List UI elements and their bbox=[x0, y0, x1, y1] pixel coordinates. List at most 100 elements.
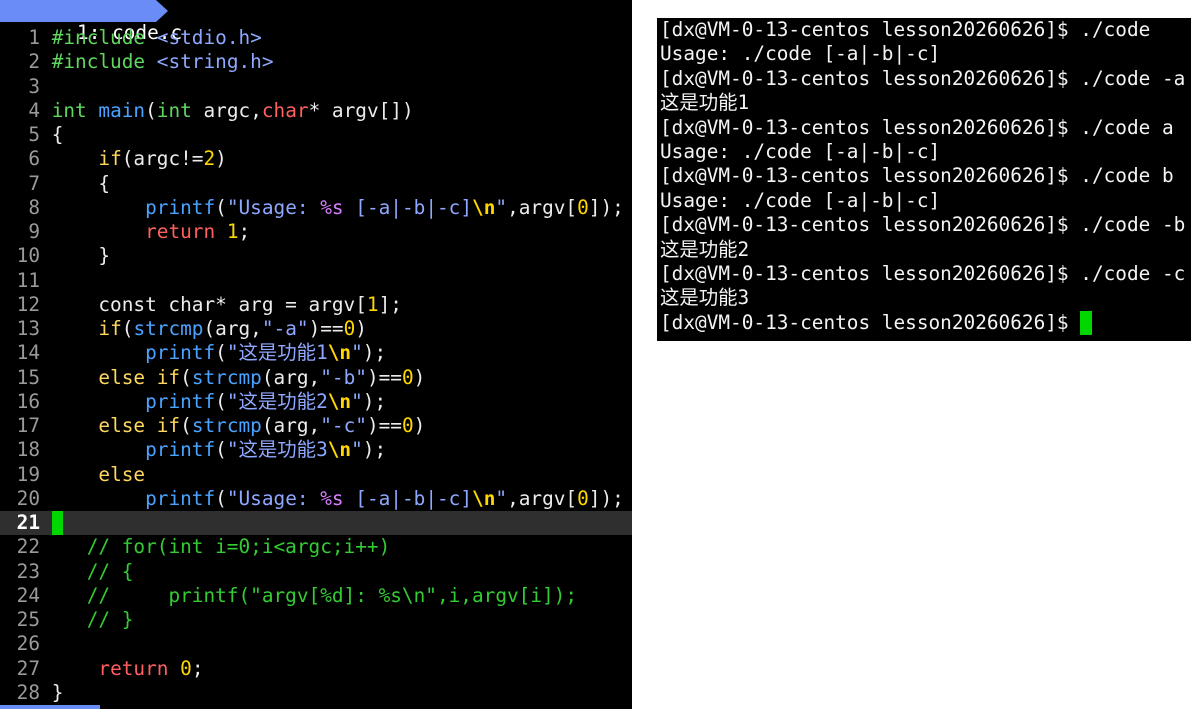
code-token: // printf("argv[%d]: %s\n",i,argv[i]); bbox=[86, 583, 578, 607]
code-line[interactable]: 17 else if(strcmp(arg,"-c")==0) bbox=[0, 414, 632, 438]
line-number: 2 bbox=[28, 50, 41, 74]
terminal-line: 这是功能1 bbox=[660, 91, 750, 115]
code-token: )== bbox=[308, 317, 344, 340]
line-number: 13 bbox=[16, 317, 41, 340]
line-number: 10 bbox=[16, 244, 41, 268]
line-number: 20 bbox=[16, 486, 41, 510]
vim-editor-panel: 1: code.c 1 #include <stdio.h> 2 #include <… bbox=[0, 0, 632, 709]
editor-cursor bbox=[51, 511, 64, 536]
line-number: 3 bbox=[28, 74, 41, 98]
code-token: (arg, bbox=[261, 414, 321, 437]
code-token: { bbox=[51, 123, 64, 146]
code-token: } bbox=[51, 680, 64, 704]
code-line[interactable]: 28} bbox=[0, 681, 632, 705]
code-token: ( bbox=[145, 98, 157, 122]
code-line[interactable]: 6 if(argc!=2) bbox=[0, 147, 632, 171]
code-token: ) bbox=[413, 414, 426, 437]
line-number: 14 bbox=[16, 341, 41, 365]
line-number: 1 bbox=[28, 26, 41, 49]
terminal-cursor bbox=[1080, 310, 1092, 336]
code-token: (argc!= bbox=[121, 147, 204, 171]
code-token: ; bbox=[191, 656, 204, 680]
line-number: 24 bbox=[16, 583, 41, 607]
code-token: // } bbox=[86, 608, 134, 631]
code-line[interactable]: 23 // { bbox=[0, 560, 632, 584]
code-token: "-b" bbox=[320, 365, 367, 389]
terminal-line: [dx@VM-0-13-centos lesson20260626]$ ./co… bbox=[660, 213, 1186, 237]
code-token: return bbox=[145, 220, 216, 243]
code-line[interactable]: 15 else if(strcmp(arg,"-b")==0) bbox=[0, 366, 632, 390]
tab-arrow-separator bbox=[156, 0, 168, 22]
code-token: int bbox=[51, 98, 87, 122]
line-number: 6 bbox=[28, 147, 41, 171]
line-number: 8 bbox=[28, 195, 41, 219]
code-token: ); bbox=[362, 438, 387, 462]
code-line[interactable]: 8 printf("Usage: %s [-a|-b|-c]\n",argv[0… bbox=[0, 196, 632, 220]
code-line[interactable]: 22 // for(int i=0;i<argc;i++) bbox=[0, 535, 632, 559]
code-token: ( bbox=[121, 317, 134, 340]
terminal-panel[interactable]: [dx@VM-0-13-centos lesson20260626]$ ./co… bbox=[657, 18, 1191, 341]
code-line[interactable]: 12 const char* arg = argv[1]; bbox=[0, 293, 632, 317]
code-line[interactable]: 4 int main(int argc,char* argv[]) bbox=[0, 99, 632, 123]
code-line[interactable]: 9 return 1; bbox=[0, 220, 632, 244]
tab-code-c[interactable]: 1: code.c bbox=[0, 0, 182, 44]
terminal-line: [dx@VM-0-13-centos lesson20260626]$ ./co… bbox=[660, 18, 1151, 41]
code-line[interactable]: 3 bbox=[0, 75, 632, 99]
code-token: #include bbox=[51, 50, 146, 74]
code-token: ( bbox=[180, 365, 192, 389]
code-token: ( bbox=[215, 486, 227, 510]
terminal-prompt-line[interactable]: [dx@VM-0-13-centos lesson20260626]$ bbox=[660, 310, 1191, 336]
line-number: 22 bbox=[16, 535, 41, 559]
terminal-line: [dx@VM-0-13-centos lesson20260626]$ ./co… bbox=[660, 66, 1186, 90]
code-token: else bbox=[98, 462, 146, 486]
code-area[interactable]: 1 #include <stdio.h> 2 #include <string.h> 3… bbox=[0, 26, 632, 705]
code-token: "-c" bbox=[320, 414, 367, 437]
code-token: ) bbox=[355, 317, 367, 340]
terminal-line: Usage: ./code [-a|-b|-c] bbox=[660, 188, 941, 212]
code-line[interactable]: 11 bbox=[0, 269, 632, 293]
code-token: 0 bbox=[343, 317, 356, 340]
line-number: 4 bbox=[28, 98, 41, 122]
code-line[interactable]: 18 printf("这是功能3\n"); bbox=[0, 438, 632, 462]
code-line[interactable]: 16 printf("这是功能2\n"); bbox=[0, 390, 632, 414]
code-line[interactable]: 27 return 0; bbox=[0, 657, 632, 681]
code-token: * argv[]) bbox=[308, 98, 414, 122]
terminal-line: [dx@VM-0-13-centos lesson20260626]$ ./co… bbox=[660, 261, 1186, 285]
code-line-current[interactable]: 21 bbox=[0, 511, 632, 536]
line-number: 11 bbox=[16, 268, 41, 292]
code-token: strcmp bbox=[191, 414, 262, 437]
code-line[interactable]: 26 bbox=[0, 632, 632, 656]
terminal-line: Usage: ./code [-a|-b|-c] bbox=[660, 42, 941, 66]
line-number: 12 bbox=[16, 292, 41, 316]
code-token: ,argv[ bbox=[507, 486, 578, 510]
line-number: 26 bbox=[16, 632, 41, 656]
code-token: ) bbox=[413, 365, 426, 389]
code-line[interactable]: 10 } bbox=[0, 244, 632, 268]
code-line[interactable]: 13 if(strcmp(arg,"-a")==0) bbox=[0, 317, 632, 341]
code-token: printf bbox=[145, 438, 216, 462]
code-token: printf bbox=[145, 486, 216, 510]
code-line[interactable]: 25 // } bbox=[0, 608, 632, 632]
line-number: 21 bbox=[16, 511, 41, 534]
code-line[interactable]: 7 { bbox=[0, 172, 632, 196]
code-line[interactable]: 24 // printf("argv[%d]: %s\n",i,argv[i])… bbox=[0, 584, 632, 608]
terminal-prompt: [dx@VM-0-13-centos lesson20260626]$ bbox=[660, 310, 1081, 334]
code-line[interactable]: 19 else bbox=[0, 463, 632, 487]
code-line[interactable]: 1 #include <stdio.h> bbox=[0, 26, 632, 50]
code-line[interactable]: 14 printf("这是功能1\n"); bbox=[0, 341, 632, 365]
code-token: [-a|-b|-c] bbox=[343, 195, 473, 219]
line-number: 9 bbox=[28, 220, 41, 243]
code-token: strcmp bbox=[191, 365, 262, 389]
code-token: ); bbox=[362, 389, 387, 413]
code-line[interactable]: 5{ bbox=[0, 123, 632, 147]
code-token: printf bbox=[145, 195, 216, 219]
code-line[interactable]: 20 printf("Usage: %s [-a|-b|-c]\n",argv[… bbox=[0, 487, 632, 511]
code-line[interactable]: 2 #include <string.h> bbox=[0, 50, 632, 74]
code-token: ( bbox=[215, 341, 227, 365]
